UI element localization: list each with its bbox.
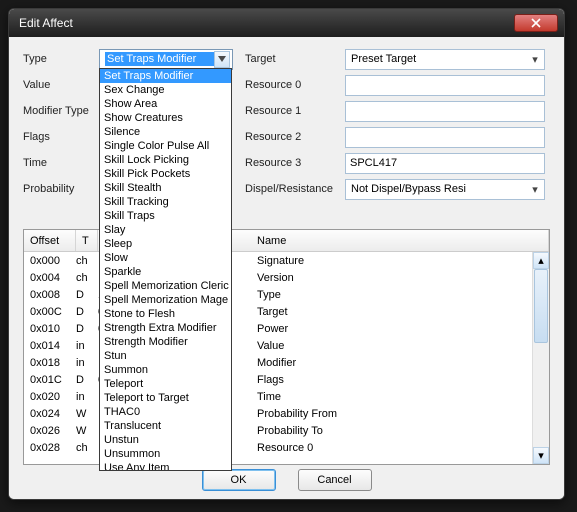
ok-button[interactable]: OK: [202, 469, 276, 491]
dropdown-item[interactable]: Silence: [100, 125, 231, 139]
dropdown-item[interactable]: Show Area: [100, 97, 231, 111]
table-row[interactable]: Probability To: [229, 422, 549, 439]
table-row[interactable]: Value: [229, 337, 549, 354]
resource2-label: Resource 2: [245, 131, 345, 143]
type-combo[interactable]: Set Traps Modifier: [99, 49, 233, 70]
table-row[interactable]: Modifier: [229, 354, 549, 371]
table-row[interactable]: Probability From: [229, 405, 549, 422]
dropdown-item[interactable]: Show Creatures: [100, 111, 231, 125]
resource3-label: Resource 3: [245, 157, 345, 169]
dropdown-item[interactable]: Sparkle: [100, 265, 231, 279]
dropdown-item[interactable]: Stun: [100, 349, 231, 363]
target-label: Target: [245, 53, 345, 65]
resource2-input[interactable]: [345, 127, 545, 148]
resource3-input[interactable]: [345, 153, 545, 174]
dispel-label: Dispel/Resistance: [245, 183, 345, 195]
resource0-input[interactable]: [345, 75, 545, 96]
dropdown-item[interactable]: Skill Pick Pockets: [100, 167, 231, 181]
type-label: Type: [23, 53, 99, 65]
chevron-down-icon[interactable]: ▾: [528, 53, 542, 66]
dropdown-item[interactable]: THAC0: [100, 405, 231, 419]
col-name[interactable]: Name: [229, 230, 549, 251]
table-row[interactable]: Resource 0: [229, 439, 549, 456]
dropdown-item[interactable]: Teleport to Target: [100, 391, 231, 405]
scroll-up-button[interactable]: ▴: [533, 252, 549, 269]
dropdown-item[interactable]: Teleport: [100, 377, 231, 391]
titlebar[interactable]: Edit Affect: [9, 9, 564, 37]
dialog-window: Edit Affect Type Set Traps Modifier Valu…: [8, 8, 565, 500]
dropdown-item[interactable]: Unsummon: [100, 447, 231, 461]
table-row[interactable]: Signature: [229, 252, 549, 269]
grid-right-body[interactable]: SignatureVersionTypeTargetPowerValueModi…: [229, 252, 549, 464]
dropdown-item[interactable]: Single Color Pulse All: [100, 139, 231, 153]
flags-label: Flags: [23, 131, 99, 143]
target-combo[interactable]: Preset Target ▾: [345, 49, 545, 70]
dropdown-item[interactable]: Skill Stealth: [100, 181, 231, 195]
dispel-combo[interactable]: Not Dispel/Bypass Resi ▾: [345, 179, 545, 200]
dropdown-item[interactable]: Slow: [100, 251, 231, 265]
dropdown-item[interactable]: Skill Traps: [100, 209, 231, 223]
col-type[interactable]: T: [76, 230, 98, 251]
chevron-down-icon[interactable]: [214, 51, 230, 68]
scroll-down-button[interactable]: ▾: [533, 447, 549, 464]
dropdown-item[interactable]: Spell Memorization Cleric: [100, 279, 231, 293]
close-icon: [531, 18, 541, 28]
dropdown-item[interactable]: Skill Tracking: [100, 195, 231, 209]
modifier-type-label: Modifier Type: [23, 105, 99, 117]
time-label: Time: [23, 157, 99, 169]
dropdown-item[interactable]: Set Traps Modifier: [100, 69, 231, 83]
close-button[interactable]: [514, 14, 558, 32]
dropdown-item[interactable]: Strength Modifier: [100, 335, 231, 349]
chevron-down-icon[interactable]: ▾: [528, 183, 542, 196]
dispel-value: Not Dispel/Bypass Resi: [351, 183, 528, 195]
dropdown-item[interactable]: Slay: [100, 223, 231, 237]
grid-right-pane: Name SignatureVersionTypeTargetPowerValu…: [229, 230, 549, 464]
resource1-label: Resource 1: [245, 105, 345, 117]
vertical-scrollbar[interactable]: ▴ ▾: [532, 252, 549, 464]
col-offset[interactable]: Offset: [24, 230, 76, 251]
right-form: Target Preset Target ▾ Resource 0 Resour…: [245, 47, 545, 203]
probability-label: Probability: [23, 183, 99, 195]
dropdown-item[interactable]: Skill Lock Picking: [100, 153, 231, 167]
client-area: Type Set Traps Modifier Value Modifier T…: [9, 37, 564, 499]
window-title: Edit Affect: [19, 16, 514, 30]
dropdown-item[interactable]: Use Any Item: [100, 461, 231, 471]
table-row[interactable]: Type: [229, 286, 549, 303]
resource0-label: Resource 0: [245, 79, 345, 91]
dropdown-item[interactable]: Unstun: [100, 433, 231, 447]
table-row[interactable]: Version: [229, 269, 549, 286]
dropdown-item[interactable]: Spell Memorization Mage: [100, 293, 231, 307]
target-value: Preset Target: [351, 53, 528, 65]
grid-right-header[interactable]: Name: [229, 230, 549, 252]
table-row[interactable]: Time: [229, 388, 549, 405]
dropdown-item[interactable]: Translucent: [100, 419, 231, 433]
scroll-thumb[interactable]: [534, 269, 548, 343]
resource1-input[interactable]: [345, 101, 545, 122]
dropdown-item[interactable]: Sleep: [100, 237, 231, 251]
cancel-button[interactable]: Cancel: [298, 469, 372, 491]
dropdown-item[interactable]: Summon: [100, 363, 231, 377]
table-row[interactable]: Target: [229, 303, 549, 320]
dropdown-item[interactable]: Sex Change: [100, 83, 231, 97]
table-row[interactable]: Power: [229, 320, 549, 337]
value-label: Value: [23, 79, 99, 91]
table-row[interactable]: Flags: [229, 371, 549, 388]
dropdown-item[interactable]: Stone to Flesh: [100, 307, 231, 321]
dropdown-item[interactable]: Strength Extra Modifier: [100, 321, 231, 335]
type-selected: Set Traps Modifier: [105, 52, 214, 66]
type-dropdown-list[interactable]: Set Traps ModifierSex ChangeShow AreaSho…: [99, 68, 232, 471]
button-bar: OK Cancel: [9, 469, 564, 491]
